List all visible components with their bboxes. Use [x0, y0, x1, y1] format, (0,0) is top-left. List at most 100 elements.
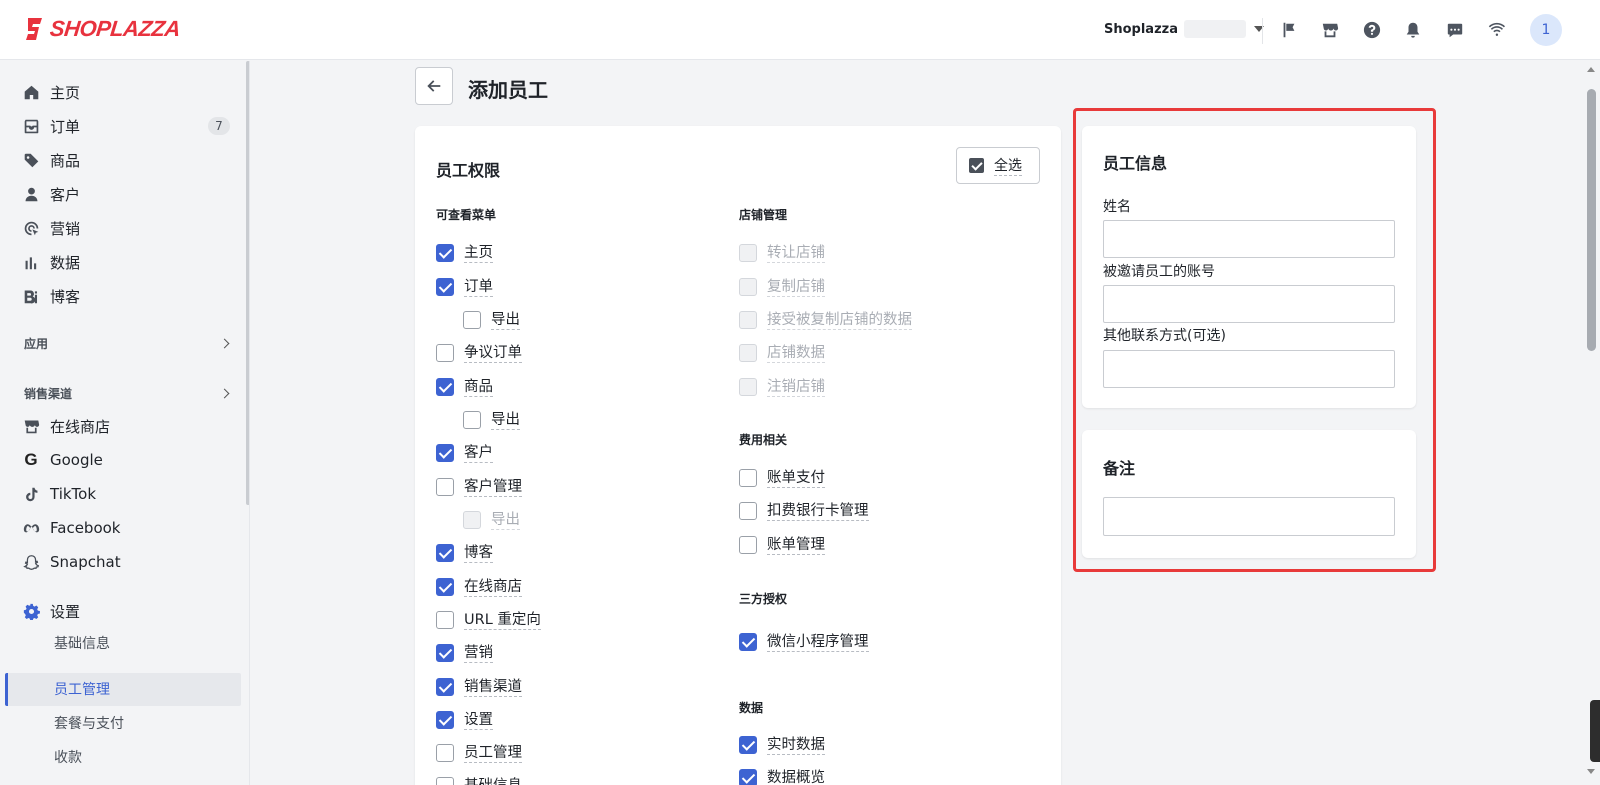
checkbox-checked[interactable] — [436, 544, 454, 562]
permission-checkbox-row[interactable]: URL 重定向 — [436, 608, 541, 632]
checkbox-checked[interactable] — [739, 769, 757, 785]
sidebar-item-snapchat[interactable]: Snapchat — [22, 547, 242, 577]
sidebar-item-online-store[interactable]: 在线商店 — [22, 411, 242, 441]
checkbox-unchecked[interactable] — [436, 744, 454, 762]
sidebar-item-marketing[interactable]: 营销 — [22, 213, 242, 243]
sidebar-item-orders[interactable]: 订单 7 — [22, 111, 242, 141]
back-button[interactable] — [415, 67, 453, 105]
permission-label: 导出 — [491, 511, 520, 530]
checkbox-checked[interactable] — [739, 736, 757, 754]
select-all-button[interactable]: 全选 — [956, 147, 1040, 184]
permission-checkbox-row[interactable]: 在线商店 — [436, 575, 522, 599]
bell-icon[interactable] — [1403, 20, 1423, 40]
select-all-label: 全选 — [994, 155, 1022, 176]
tag-icon — [22, 151, 40, 169]
permission-checkbox-row[interactable]: 账单管理 — [739, 533, 825, 557]
chat-icon[interactable] — [1445, 20, 1465, 40]
sidebar-scrollbar[interactable] — [246, 61, 249, 505]
checkbox-checked[interactable] — [739, 633, 757, 651]
floating-widget-tab[interactable] — [1590, 700, 1600, 762]
permission-checkbox-row[interactable]: 销售渠道 — [436, 675, 522, 699]
permission-checkbox-row[interactable]: 客户 — [436, 441, 493, 465]
permission-checkbox-row: 复制店铺 — [739, 275, 825, 299]
checkbox-unchecked[interactable] — [436, 344, 454, 362]
permission-label: 注销店铺 — [767, 378, 825, 397]
store-selector[interactable]: Shoplazza — [1104, 20, 1264, 38]
checkbox-unchecked[interactable] — [436, 611, 454, 629]
sidebar-item-google[interactable]: G Google — [22, 445, 242, 475]
scroll-up-arrow-icon[interactable] — [1587, 67, 1595, 72]
sidebar-item-label: 在线商店 — [50, 417, 111, 436]
scrollbar-thumb[interactable] — [1587, 89, 1596, 351]
select-all-checkbox — [969, 158, 984, 173]
permission-checkbox-row: 注销店铺 — [739, 375, 825, 399]
permission-checkbox-row[interactable]: 争议订单 — [436, 341, 522, 365]
avatar[interactable]: 1 — [1530, 14, 1562, 46]
sidebar-item-home[interactable]: 主页 — [22, 77, 242, 107]
checkbox-unchecked[interactable] — [436, 478, 454, 496]
checkbox-unchecked[interactable] — [739, 502, 757, 520]
permission-checkbox-row[interactable]: 导出 — [463, 308, 520, 332]
sidebar-sub-basic-info[interactable]: 基础信息 — [54, 627, 110, 659]
checkbox-checked[interactable] — [436, 244, 454, 262]
sidebar-item-facebook[interactable]: Facebook — [22, 513, 242, 543]
checkbox-checked[interactable] — [436, 444, 454, 462]
permission-checkbox-row[interactable]: 设置 — [436, 708, 493, 732]
sidebar-section-apps[interactable]: 应用 — [24, 335, 234, 352]
sidebar-sub-payments[interactable]: 收款 — [54, 741, 82, 773]
flag-icon[interactable] — [1279, 20, 1299, 40]
permission-checkbox-row[interactable]: 博客 — [436, 541, 493, 565]
snapchat-icon — [22, 553, 40, 571]
sidebar-section-channels[interactable]: 销售渠道 — [24, 385, 234, 402]
sidebar-item-data[interactable]: 数据 — [22, 247, 242, 277]
permission-checkbox-row[interactable]: 客户管理 — [436, 475, 522, 499]
checkbox-unchecked[interactable] — [436, 777, 454, 785]
permission-checkbox-row[interactable]: 员工管理 — [436, 741, 522, 765]
checkbox-unchecked[interactable] — [463, 311, 481, 329]
meta-icon — [22, 519, 40, 537]
checkbox-unchecked[interactable] — [739, 536, 757, 554]
sidebar-sub-staff-management[interactable]: 员工管理 — [54, 673, 110, 705]
checkbox-checked[interactable] — [436, 678, 454, 696]
checkbox-unchecked[interactable] — [739, 469, 757, 487]
sidebar-item-blog[interactable]: 博客 — [22, 281, 242, 311]
permission-label: 导出 — [491, 311, 520, 330]
shoplazza-logo[interactable]: SHOPLAZZA — [24, 16, 181, 42]
permission-checkbox-row[interactable]: 微信小程序管理 — [739, 630, 869, 654]
checkbox-checked[interactable] — [436, 278, 454, 296]
checkbox-checked[interactable] — [436, 578, 454, 596]
sidebar-item-customers[interactable]: 客户 — [22, 179, 242, 209]
permission-checkbox-row[interactable]: 基础信息 — [436, 774, 522, 785]
store-icon[interactable] — [1320, 20, 1340, 40]
permission-checkbox-row[interactable]: 实时数据 — [739, 733, 825, 757]
permission-checkbox-row[interactable]: 账单支付 — [739, 466, 825, 490]
sidebar-item-settings[interactable]: 设置 — [22, 596, 242, 626]
wifi-icon[interactable] — [1487, 20, 1507, 40]
page-scrollbar[interactable] — [1583, 61, 1600, 785]
checkbox-checked[interactable] — [436, 378, 454, 396]
sidebar-item-label: 数据 — [50, 253, 81, 272]
google-icon: G — [24, 450, 38, 469]
sidebar-sub-plan-payment[interactable]: 套餐与支付 — [54, 707, 124, 739]
permission-checkbox-row[interactable]: 营销 — [436, 641, 493, 665]
gear-icon — [22, 602, 40, 620]
checkbox-unchecked[interactable] — [463, 411, 481, 429]
permission-checkbox-row[interactable]: 订单 — [436, 275, 493, 299]
permission-label: 客户 — [464, 444, 493, 463]
sidebar-item-tiktok[interactable]: TikTok — [22, 479, 242, 509]
permission-checkbox-row[interactable]: 扣费银行卡管理 — [739, 499, 869, 523]
sidebar-active-indicator — [5, 673, 241, 706]
scroll-down-arrow-icon[interactable] — [1587, 769, 1595, 774]
checkbox-checked[interactable] — [436, 644, 454, 662]
checkbox-checked[interactable] — [436, 711, 454, 729]
page-title: 添加员工 — [468, 78, 548, 102]
permission-checkbox-row[interactable]: 导出 — [463, 408, 520, 432]
sidebar-item-products[interactable]: 商品 — [22, 145, 242, 175]
orders-count-badge: 7 — [208, 117, 230, 135]
permission-label: 账单管理 — [767, 536, 825, 555]
permission-checkbox-row[interactable]: 商品 — [436, 375, 493, 399]
help-icon[interactable] — [1362, 20, 1382, 40]
permission-checkbox-row[interactable]: 主页 — [436, 241, 493, 265]
checkbox-unchecked — [739, 244, 757, 262]
permission-checkbox-row[interactable]: 数据概览 — [739, 766, 825, 785]
